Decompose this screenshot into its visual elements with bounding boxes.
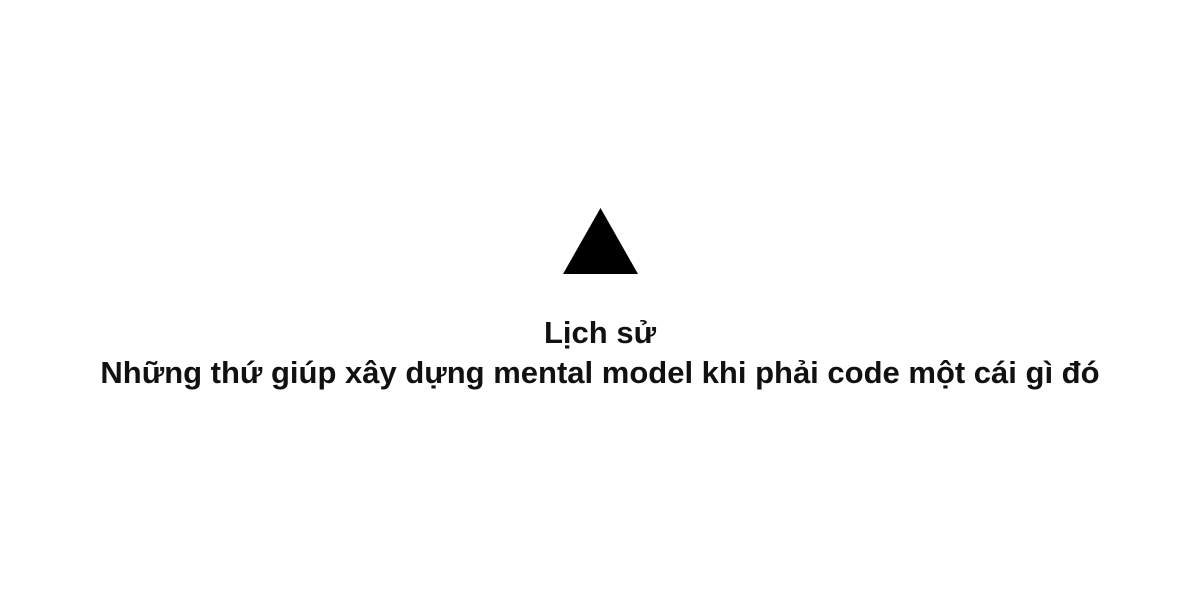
heading: Lịch sử Những thứ giúp xây dựng mental m… xyxy=(0,313,1200,393)
page-subtitle: Những thứ giúp xây dựng mental model khi… xyxy=(100,355,1100,390)
og-card: Lịch sử Những thứ giúp xây dựng mental m… xyxy=(0,0,1200,600)
triangle-logo-icon xyxy=(563,208,638,274)
page-title: Lịch sử xyxy=(543,315,657,350)
